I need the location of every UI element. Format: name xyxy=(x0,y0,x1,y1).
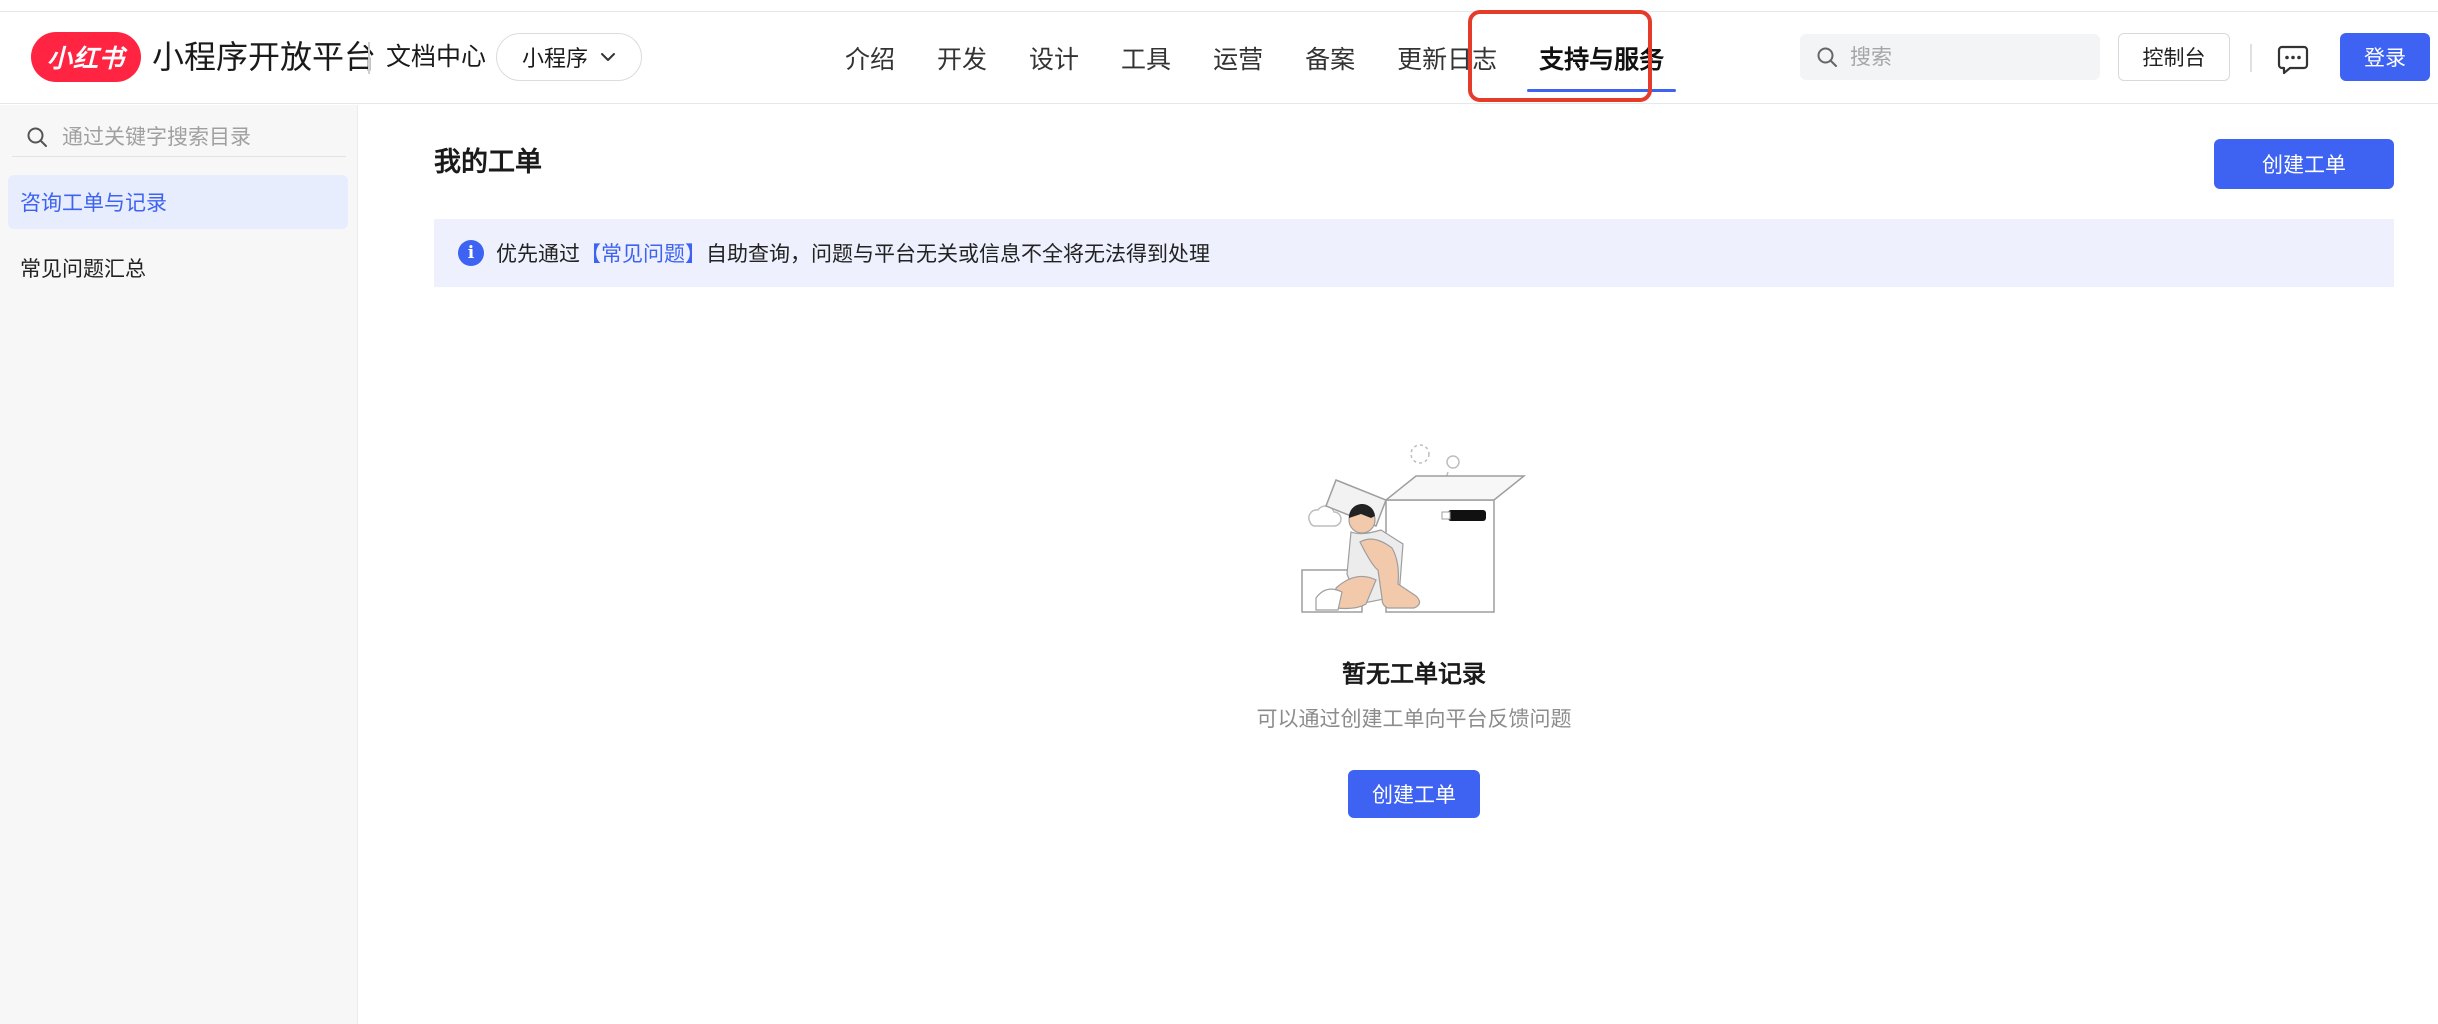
header-divider xyxy=(368,42,370,74)
console-button[interactable]: 控制台 xyxy=(2118,33,2230,81)
nav-intro[interactable]: 介绍 xyxy=(845,12,895,104)
sidebar-item-tickets[interactable]: 咨询工单与记录 xyxy=(8,175,348,229)
notice-prefix: 优先通过 xyxy=(496,242,580,266)
page-title: 我的工单 xyxy=(434,147,542,178)
sidebar-search[interactable] xyxy=(12,117,346,157)
platform-title[interactable]: 小程序开放平台 xyxy=(152,34,376,80)
nav-label: 介绍 xyxy=(845,45,896,74)
faq-link[interactable]: 【常见问题】 xyxy=(580,238,706,268)
notice-suffix: 自助查询，问题与平台无关或信息不全将无法得到处理 xyxy=(706,242,1210,266)
nav-filing[interactable]: 备案 xyxy=(1305,12,1355,104)
create-ticket-button-empty[interactable]: 创建工单 xyxy=(1348,770,1480,818)
top-strip xyxy=(0,0,2438,12)
chevron-down-icon xyxy=(601,53,615,61)
search-input[interactable] xyxy=(1850,45,2070,69)
main-nav: 介绍 开发 设计 工具 运营 备案 更新日志 支持与服务 xyxy=(845,12,1706,104)
nav-label: 更新日志 xyxy=(1397,45,1498,74)
sidebar: 咨询工单与记录 常见问题汇总 xyxy=(0,105,358,1024)
nav-design[interactable]: 设计 xyxy=(1029,12,1079,104)
nav-support-services[interactable]: 支持与服务 xyxy=(1527,12,1677,104)
nav-label: 工具 xyxy=(1121,45,1172,74)
header-search[interactable] xyxy=(1800,34,2100,80)
nav-label: 运营 xyxy=(1213,45,1264,74)
info-icon: i xyxy=(458,240,484,266)
nav-changelog[interactable]: 更新日志 xyxy=(1397,12,1497,104)
product-select-label: 小程序 xyxy=(521,47,588,72)
active-tab-indicator xyxy=(1527,89,1677,92)
header-divider-right xyxy=(2250,44,2252,72)
search-icon xyxy=(1817,47,1837,67)
message-icon[interactable] xyxy=(2276,42,2310,76)
nav-operations[interactable]: 运营 xyxy=(1213,12,1263,104)
create-ticket-button[interactable]: 创建工单 xyxy=(2214,139,2394,189)
empty-state-subtitle: 可以通过创建工单向平台反馈问题 xyxy=(1256,707,1572,731)
brand-logo[interactable]: 小红书 xyxy=(31,32,141,82)
nav-label: 开发 xyxy=(937,45,988,74)
product-select[interactable]: 小程序 xyxy=(496,33,642,81)
login-button[interactable]: 登录 xyxy=(2340,33,2430,81)
nav-tools[interactable]: 工具 xyxy=(1121,12,1171,104)
nav-develop[interactable]: 开发 xyxy=(937,12,987,104)
top-header: 小红书 小程序开放平台 文档中心 小程序 介绍 开发 设计 工具 运营 备案 更… xyxy=(0,12,2438,104)
search-icon xyxy=(27,127,47,147)
empty-state-title: 暂无工单记录 xyxy=(1342,660,1486,688)
doc-center-link[interactable]: 文档中心 xyxy=(386,34,486,80)
sidebar-search-input[interactable] xyxy=(62,124,342,149)
nav-label: 备案 xyxy=(1305,45,1356,74)
nav-label: 设计 xyxy=(1029,45,1080,74)
notice-banner: i 优先通过 【常见问题】 自助查询，问题与平台无关或信息不全将无法得到处理 xyxy=(434,219,2394,287)
nav-label: 支持与服务 xyxy=(1539,45,1665,74)
empty-box-illustration xyxy=(1301,444,1527,613)
sidebar-item-faq[interactable]: 常见问题汇总 xyxy=(8,241,348,295)
